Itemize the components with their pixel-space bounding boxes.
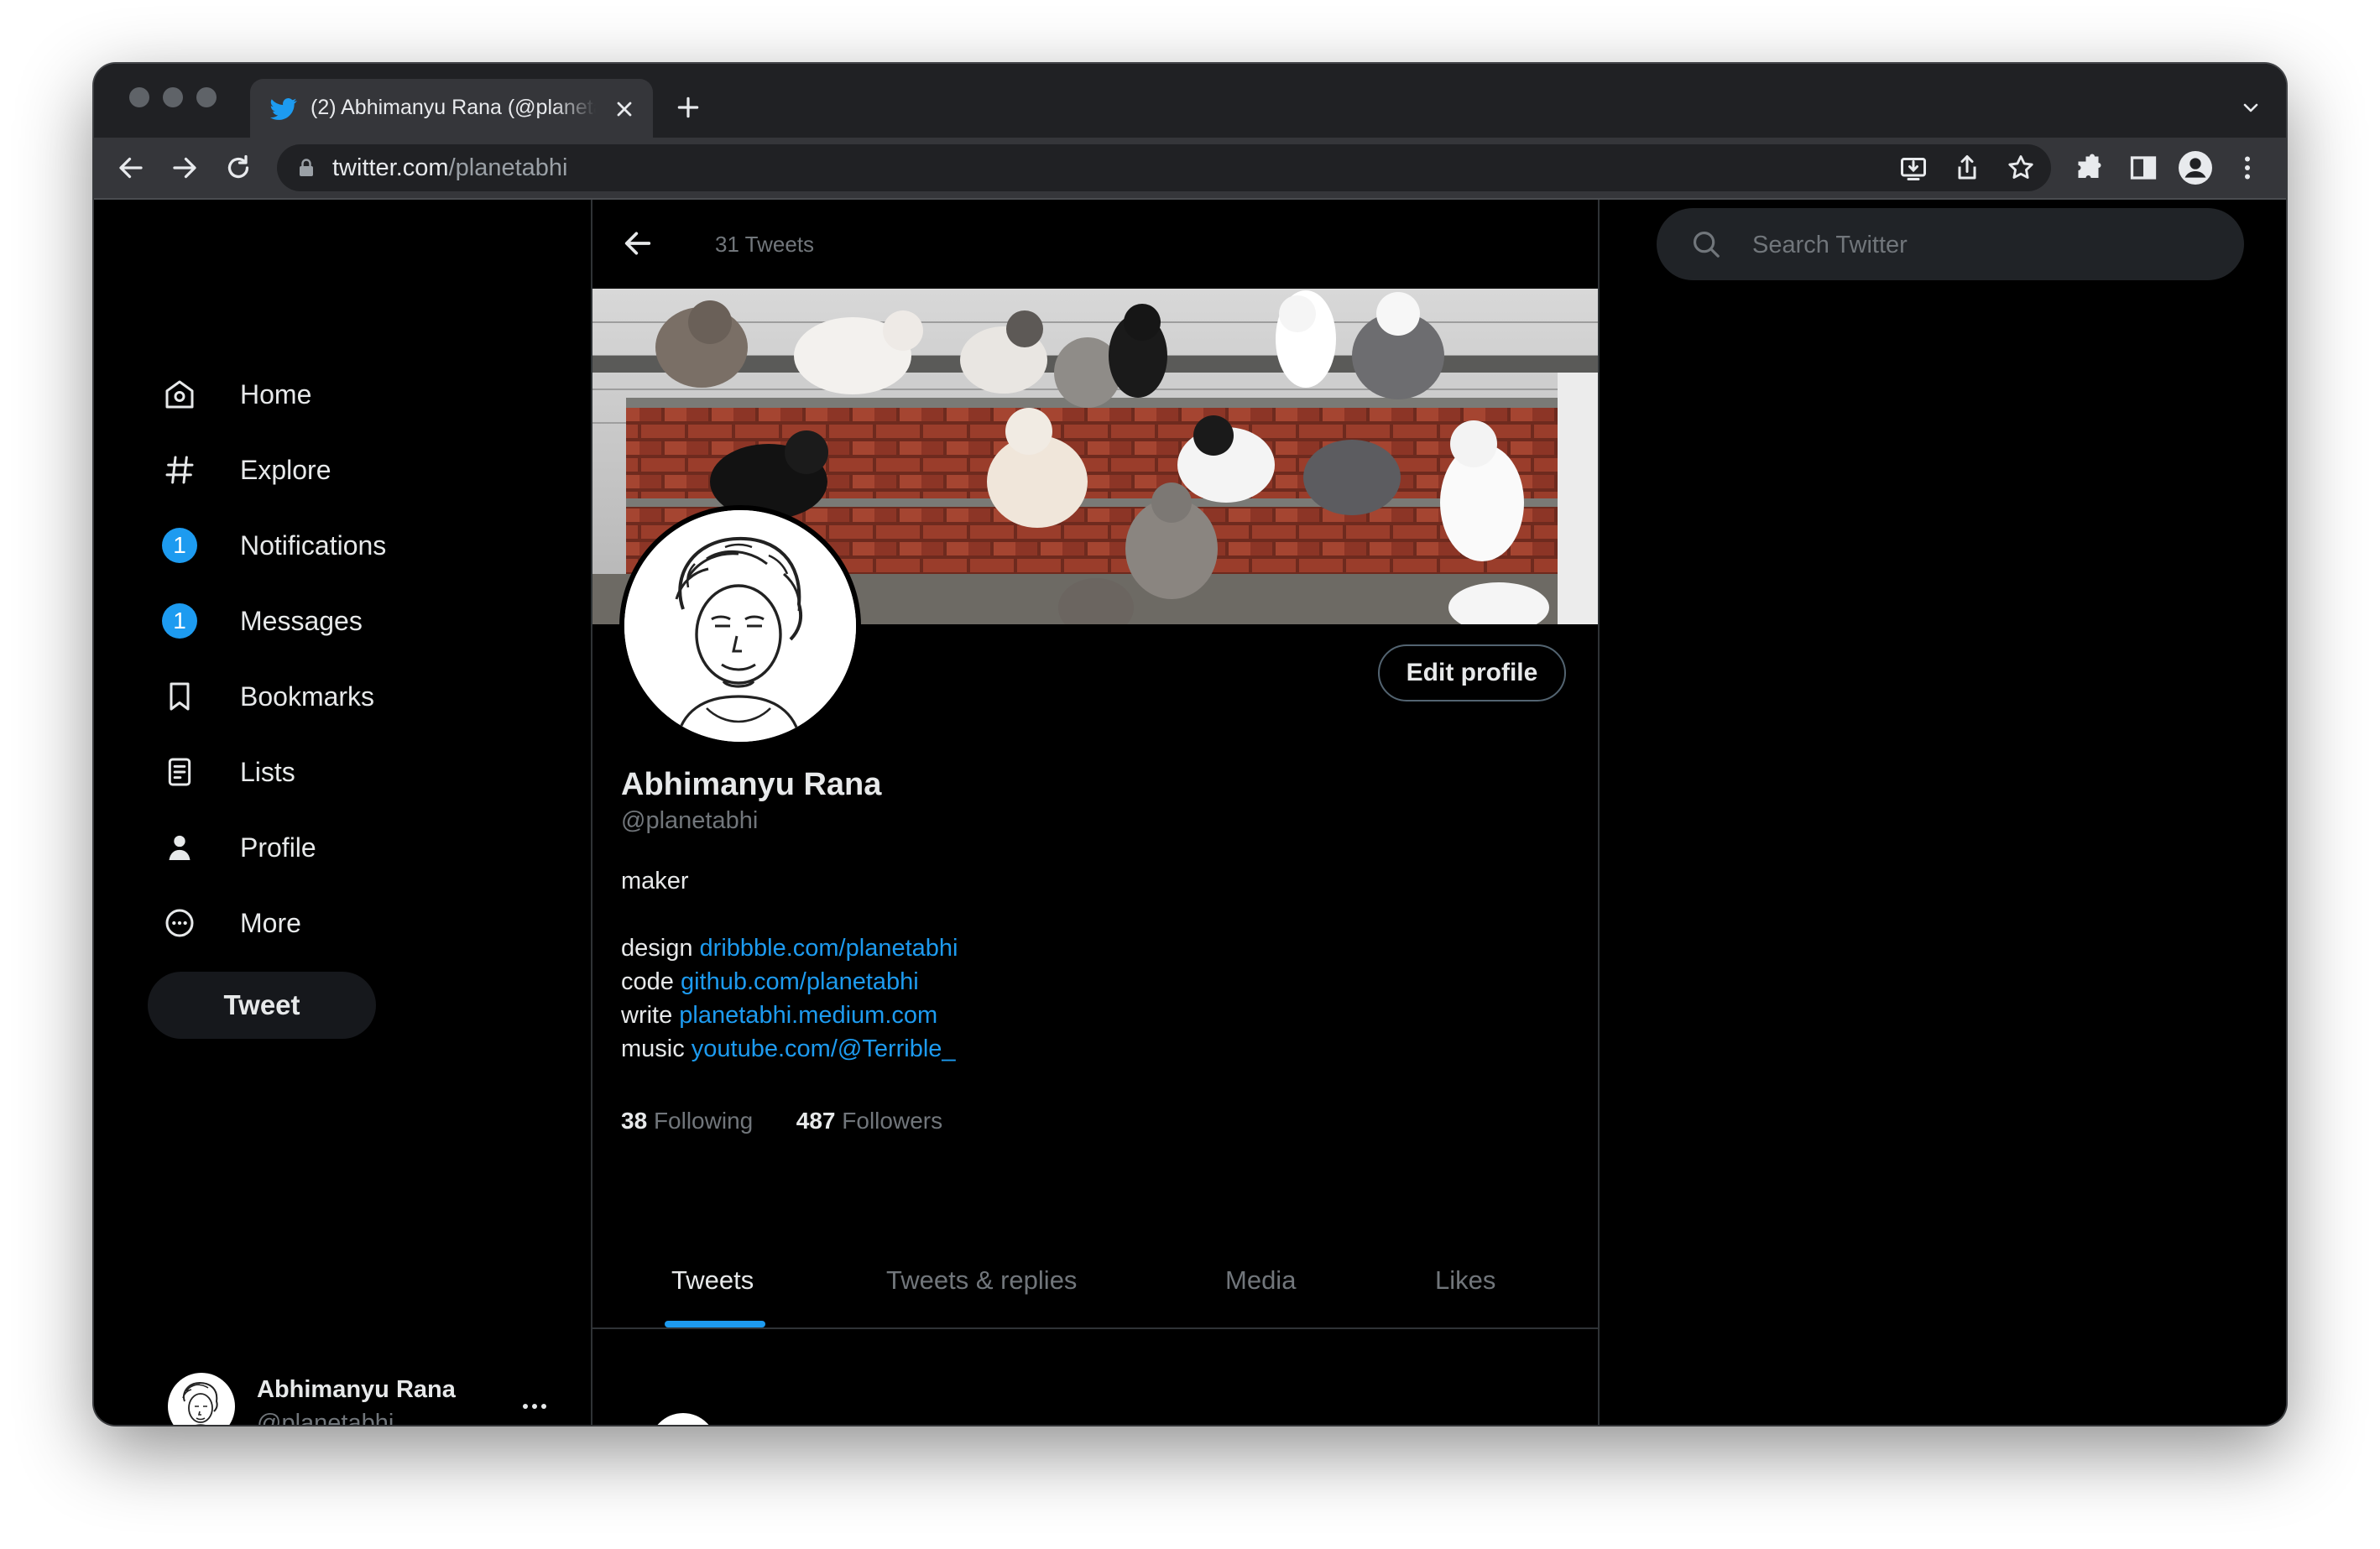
edit-profile-button[interactable]: Edit profile [1378, 644, 1566, 701]
nav-label-lists: Lists [240, 756, 295, 787]
bio-link-prefix: write [621, 1002, 673, 1029]
dribbble-link[interactable]: dribbble.com/planetabhi [700, 935, 958, 962]
bio-link-prefix: music [621, 1035, 685, 1062]
back-arrow-icon[interactable] [621, 227, 655, 260]
home-icon [165, 380, 194, 409]
back-icon[interactable] [116, 153, 146, 183]
account-handle: @planetabhi [257, 1410, 394, 1425]
tweet-button[interactable]: Tweet [148, 972, 376, 1039]
twitter-bird-icon [270, 98, 297, 120]
lock-icon[interactable] [297, 158, 316, 178]
search-icon [1693, 231, 1720, 258]
bio-link-line: write planetabhi.medium.com [621, 1002, 937, 1030]
install-app-icon[interactable] [1898, 153, 1929, 183]
url-text[interactable]: twitter.com/planetabhi [332, 154, 568, 182]
profile-main-column: 31 Tweets Edit profile Abhimanyu Rana @p… [591, 200, 1600, 1425]
profile-avatar-button[interactable] [2179, 151, 2212, 185]
hashtag-icon [165, 456, 194, 484]
forward-icon[interactable] [170, 153, 200, 183]
followers-link[interactable]: 487 Followers [796, 1108, 942, 1134]
left-navigation: Home Explore 1 Notifications 1 Messages [94, 200, 589, 1425]
profile-name: Abhimanyu Rana [621, 767, 882, 802]
window-maximize-dot[interactable] [196, 87, 217, 107]
tab-title: (2) Abhimanyu Rana (@planetabhi) / Twitt… [311, 96, 596, 119]
nav-label-explore: Explore [240, 454, 331, 485]
search-input[interactable] [1751, 225, 2207, 265]
tab-likes[interactable]: Likes [1435, 1265, 1495, 1296]
bio-link-prefix: code [621, 968, 674, 995]
nav-label-profile: Profile [240, 832, 316, 863]
window-minimize-dot[interactable] [163, 87, 183, 107]
follow-stats: 38 Following 487 Followers [621, 1108, 942, 1134]
browser-tab-bar: (2) Abhimanyu Rana (@planetabhi) / Twitt… [94, 64, 2286, 139]
browser-window: (2) Abhimanyu Rana (@planetabhi) / Twitt… [94, 64, 2286, 1425]
bio-link-line: music youtube.com/@Terrible_ [621, 1035, 956, 1063]
nav-label-notifications: Notifications [240, 529, 387, 561]
person-icon [2184, 158, 2206, 178]
right-sidebar [1598, 200, 2286, 1425]
nav-label-home: Home [240, 378, 312, 409]
tweet-count: 31 Tweets [715, 232, 815, 257]
search-box[interactable] [1657, 208, 2244, 280]
tab-search-chevron-icon[interactable] [2241, 97, 2261, 117]
window-close-dot[interactable] [129, 87, 149, 107]
list-icon [168, 758, 191, 786]
avatar-portrait-sketch [624, 510, 856, 742]
nav-item-home[interactable]: Home [153, 361, 505, 428]
browser-tab[interactable]: (2) Abhimanyu Rana (@planetabhi) / Twitt… [250, 79, 653, 139]
profile-header-bar: 31 Tweets [592, 200, 1598, 289]
address-bar[interactable]: twitter.com/planetabhi [277, 144, 2051, 191]
extensions-puzzle-icon[interactable] [2075, 153, 2105, 183]
bio-link-line: code github.com/planetabhi [621, 968, 919, 996]
notifications-badge: 1 [162, 528, 197, 563]
youtube-link[interactable]: youtube.com/@Terrible_ [692, 1035, 956, 1062]
nav-item-lists[interactable]: Lists [153, 738, 505, 806]
account-name: Abhimanyu Rana [257, 1376, 456, 1403]
tab-tweets[interactable]: Tweets [671, 1265, 754, 1296]
github-link[interactable]: github.com/planetabhi [681, 968, 919, 995]
new-tab-icon[interactable] [675, 94, 702, 121]
nav-item-explore[interactable]: Explore [153, 436, 505, 503]
more-dots-icon[interactable] [520, 1398, 549, 1415]
side-panel-icon[interactable] [2128, 153, 2158, 183]
account-avatar [168, 1373, 235, 1425]
tweet-author-avatar[interactable] [650, 1413, 717, 1425]
profile-handle: @planetabhi [621, 807, 759, 834]
person-icon [169, 835, 191, 860]
nav-item-messages[interactable]: 1 Messages [153, 587, 505, 655]
nav-label-messages: Messages [240, 605, 363, 636]
twitter-page: Home Explore 1 Notifications 1 Messages [94, 200, 2286, 1425]
bookmark-icon [170, 682, 190, 711]
reload-icon[interactable] [223, 153, 253, 183]
messages-badge: 1 [162, 603, 197, 639]
bookmark-star-icon[interactable] [2006, 153, 2036, 183]
nav-label-bookmarks: Bookmarks [240, 681, 375, 712]
more-circle-icon [165, 909, 194, 937]
nav-item-notifications[interactable]: 1 Notifications [153, 512, 505, 579]
share-icon[interactable] [1952, 153, 1982, 183]
bio-link-line: design dribbble.com/planetabhi [621, 935, 958, 962]
active-tab-indicator [665, 1321, 765, 1327]
account-switcher[interactable]: Abhimanyu Rana @planetabhi [168, 1373, 554, 1425]
profile-tabs: Tweets Tweets & replies Media Likes [592, 1249, 1598, 1329]
tab-media[interactable]: Media [1225, 1265, 1296, 1296]
nav-item-profile[interactable]: Profile [153, 814, 505, 881]
profile-bio: maker [621, 868, 689, 894]
bio-link-prefix: design [621, 935, 693, 962]
nav-label-more: More [240, 907, 301, 938]
following-link[interactable]: 38 Following [621, 1108, 753, 1134]
close-tab-icon[interactable] [613, 97, 636, 121]
profile-avatar[interactable] [619, 505, 861, 747]
browser-menu-icon[interactable] [2232, 153, 2263, 183]
tab-tweets-replies[interactable]: Tweets & replies [886, 1265, 1077, 1296]
nav-item-bookmarks[interactable]: Bookmarks [153, 663, 505, 730]
nav-item-more[interactable]: More [153, 889, 505, 957]
browser-toolbar: twitter.com/planetabhi [94, 138, 2286, 200]
medium-link[interactable]: planetabhi.medium.com [679, 1002, 937, 1029]
